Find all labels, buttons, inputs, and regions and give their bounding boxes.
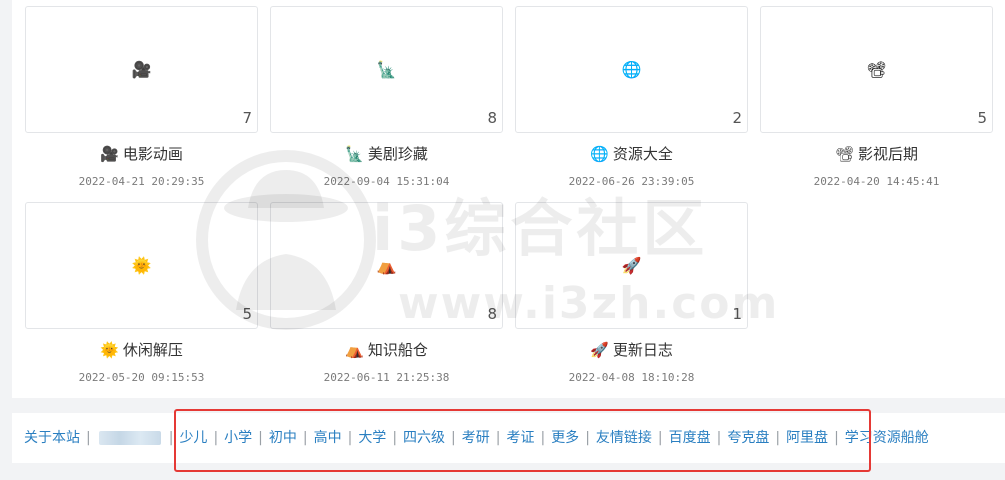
post-count: 8 — [487, 305, 497, 323]
post-count: 5 — [977, 109, 987, 127]
blurred-link[interactable] — [98, 431, 161, 445]
statue-of-liberty-icon: 🗽 — [376, 59, 397, 79]
category-title-label: 休闲解压 — [122, 341, 183, 359]
rocket-icon: 🚀 — [621, 255, 642, 275]
category-card-leisure[interactable]: 🌞 5 — [25, 202, 258, 329]
separator: | — [540, 430, 546, 446]
category-card-post-production[interactable]: 📽 5 — [760, 6, 993, 133]
category-date: 2022-06-26 23:39:05 — [568, 175, 695, 188]
category-title-movies[interactable]: 🎥 电影动画 — [25, 144, 258, 164]
separator: | — [451, 430, 456, 446]
category-title-label: 影视后期 — [858, 145, 919, 163]
footer-link-primary[interactable]: 小学 — [224, 428, 252, 448]
footer-link-about[interactable]: 关于本站 — [24, 428, 80, 448]
category-card-us-drama[interactable]: 🗽 8 — [270, 6, 503, 133]
separator: | — [585, 430, 590, 446]
footer-link-university[interactable]: 大学 — [358, 428, 386, 448]
tent-icon: ⛺ — [345, 341, 364, 359]
category-date: 2022-04-21 20:29:35 — [78, 175, 205, 188]
footer-link-study-resources[interactable]: 学习资源船舱 — [845, 428, 929, 448]
sun-face-icon: 🌞 — [100, 341, 119, 359]
globe-icon: 🌐 — [621, 59, 642, 79]
category-card-changelog[interactable]: 🚀 1 — [515, 202, 748, 329]
category-date: 2022-04-20 14:45:41 — [813, 175, 940, 188]
category-date: 2022-05-20 09:15:53 — [78, 371, 205, 384]
category-title-label: 美剧珍藏 — [367, 145, 428, 163]
separator: | — [657, 430, 663, 446]
footer-bar: 关于本站 | | 少儿 | 小学 | 初中 | 高中 | 大学 | 四六级 | … — [12, 413, 1005, 463]
separator: | — [86, 430, 91, 446]
category-card-resources[interactable]: 🌐 2 — [515, 6, 748, 133]
category-title-post-production[interactable]: 📽 影视后期 — [760, 144, 993, 164]
category-title-label: 更新日志 — [612, 341, 673, 359]
category-card-movies[interactable]: 🎥 7 — [25, 6, 258, 133]
tent-icon: ⛺ — [376, 255, 397, 275]
footer-link-junior-high[interactable]: 初中 — [269, 428, 297, 448]
movie-camera-icon: 🎥 — [131, 59, 152, 79]
category-title-us-drama[interactable]: 🗽 美剧珍藏 — [270, 144, 503, 164]
footer-link-baidu-pan[interactable]: 百度盘 — [669, 428, 711, 448]
category-date: 2022-09-04 15:31:04 — [323, 175, 450, 188]
movie-camera-icon: 🎥 — [100, 145, 119, 163]
separator: | — [834, 430, 839, 446]
separator: | — [775, 430, 781, 446]
category-title-leisure[interactable]: 🌞 休闲解压 — [25, 340, 258, 360]
footer-link-more[interactable]: 更多 — [551, 428, 579, 448]
category-title-resources[interactable]: 🌐 资源大全 — [515, 144, 748, 164]
category-date: 2022-04-08 18:10:28 — [568, 371, 695, 384]
post-count: 1 — [732, 305, 742, 323]
globe-icon: 🌐 — [590, 145, 609, 163]
category-title-label: 知识船仓 — [367, 341, 428, 359]
category-card-knowledge[interactable]: ⛺ 8 — [270, 202, 503, 329]
separator: | — [168, 430, 174, 446]
footer-link-cet[interactable]: 四六级 — [403, 428, 445, 448]
footer-links: 关于本站 | | 少儿 | 小学 | 初中 | 高中 | 大学 | 四六级 | … — [24, 428, 929, 448]
footer-link-postgrad-exam[interactable]: 考研 — [462, 428, 490, 448]
post-count: 5 — [242, 305, 252, 323]
category-title-label: 电影动画 — [122, 145, 183, 163]
footer-link-senior-high[interactable]: 高中 — [314, 428, 342, 448]
category-title-knowledge[interactable]: ⛺ 知识船仓 — [270, 340, 503, 360]
film-projector-icon: 📽 — [834, 145, 855, 163]
separator: | — [258, 430, 263, 446]
footer-link-children[interactable]: 少儿 — [179, 428, 207, 448]
rocket-icon: 🚀 — [590, 341, 609, 359]
separator: | — [495, 430, 501, 446]
category-date: 2022-06-11 21:25:38 — [323, 371, 450, 384]
separator: | — [347, 430, 353, 446]
post-count: 7 — [242, 109, 252, 127]
separator: | — [392, 430, 398, 446]
footer-link-certification[interactable]: 考证 — [506, 428, 534, 448]
separator: | — [302, 430, 308, 446]
footer-link-friend-links[interactable]: 友情链接 — [596, 428, 652, 448]
sun-face-icon: 🌞 — [131, 255, 152, 275]
footer-link-ali-pan[interactable]: 阿里盘 — [786, 428, 828, 448]
footer-link-quark-pan[interactable]: 夸克盘 — [727, 428, 769, 448]
category-title-changelog[interactable]: 🚀 更新日志 — [515, 340, 748, 360]
post-count: 2 — [732, 109, 742, 127]
category-title-label: 资源大全 — [612, 145, 673, 163]
statue-of-liberty-icon: 🗽 — [345, 145, 364, 163]
post-count: 8 — [487, 109, 497, 127]
category-panel: 🎥 7 🎥 电影动画 2022-04-21 20:29:35 🗽 8 🗽 美剧珍藏 … — [12, 0, 1005, 398]
separator: | — [716, 430, 722, 446]
separator: | — [213, 430, 219, 446]
film-projector-icon: 📽 — [866, 59, 887, 79]
